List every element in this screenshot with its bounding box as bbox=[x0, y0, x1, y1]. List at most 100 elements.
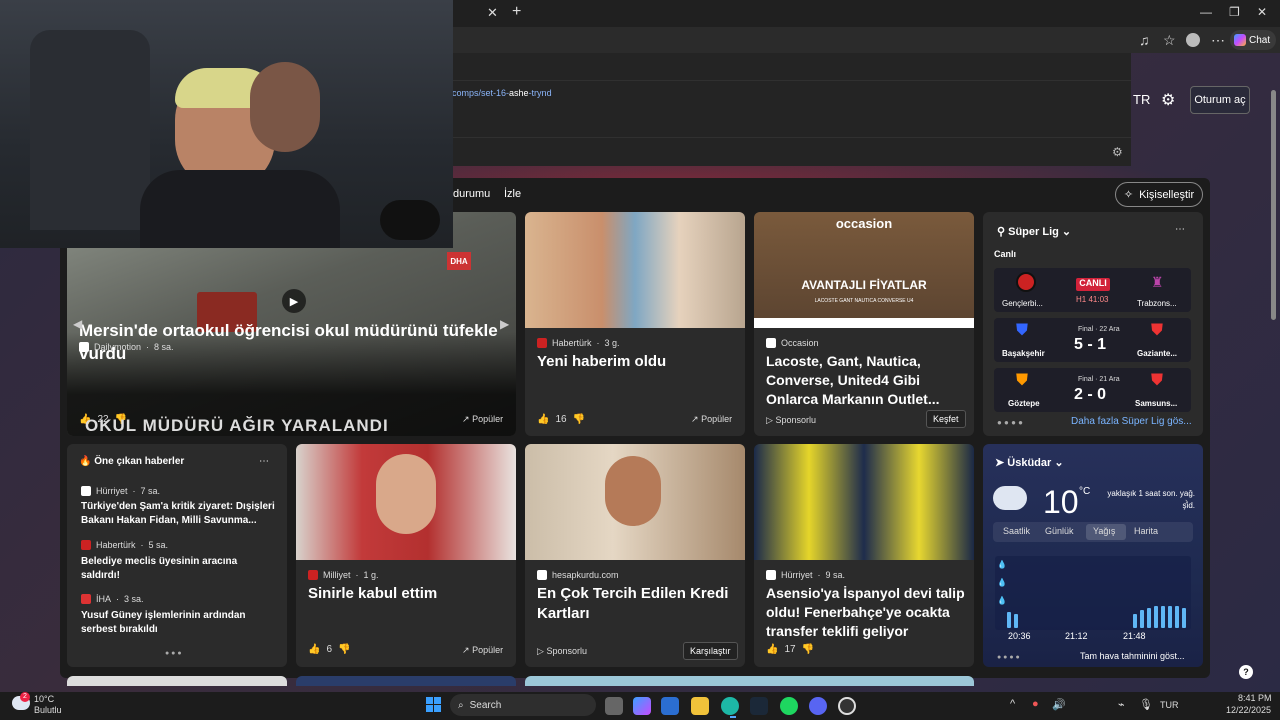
personalize-button[interactable]: ✧ Kişiselleştir bbox=[1115, 182, 1203, 207]
dislike-icon[interactable]: 👎 bbox=[802, 644, 814, 655]
spotify-icon[interactable] bbox=[780, 697, 798, 715]
maximize-icon[interactable]: ❐ bbox=[1229, 5, 1240, 19]
card-title[interactable]: Yeni haberim oldu bbox=[537, 352, 733, 372]
trending-more-icon[interactable]: ⋯ bbox=[259, 456, 269, 467]
sponsored-label: ▷ Sponsorlu bbox=[766, 415, 816, 425]
person-shirt-shape bbox=[140, 170, 340, 248]
microphone-shape bbox=[380, 200, 440, 240]
tray-app-icon[interactable]: ● bbox=[1032, 698, 1039, 710]
store-icon[interactable] bbox=[661, 697, 679, 715]
microphone-icon[interactable]: 🎙 bbox=[1139, 698, 1153, 711]
weather-location[interactable]: ➤ Üsküdar ⌄ bbox=[995, 456, 1064, 469]
play-icon[interactable]: ▶ bbox=[282, 289, 306, 313]
network-icon[interactable]: ⌁ bbox=[1118, 698, 1125, 711]
card-title[interactable]: Asensio'ya İspanyol devi talip oldu! Fen… bbox=[766, 584, 966, 641]
tab-map[interactable]: Harita bbox=[1134, 526, 1158, 536]
clock-time[interactable]: 8:41 PM bbox=[1238, 693, 1272, 703]
tab-izle[interactable]: İzle bbox=[504, 188, 521, 200]
chat-button[interactable]: Chat bbox=[1230, 30, 1276, 50]
windows-start-icon[interactable] bbox=[426, 697, 441, 712]
chevron-down-icon: ⌄ bbox=[1054, 457, 1064, 469]
login-button[interactable]: Oturum aç bbox=[1190, 86, 1250, 114]
like-icon[interactable]: 👍 bbox=[766, 644, 778, 655]
tab-daily[interactable]: Günlük bbox=[1045, 526, 1074, 536]
edge-icon[interactable] bbox=[721, 697, 739, 715]
match-row[interactable]: Gençlerbi... CANLI H1 41:03 ♜ Trabzons..… bbox=[994, 268, 1191, 312]
hero-popular: ↗ Popüler bbox=[462, 414, 504, 424]
dislike-icon[interactable]: 👎 bbox=[573, 414, 585, 425]
volume-icon[interactable]: 🔊 bbox=[1052, 698, 1066, 711]
copilot-app-icon[interactable] bbox=[633, 697, 651, 715]
sponsored-label: ▷ Sponsorlu bbox=[537, 646, 587, 656]
news-card-milliyet[interactable]: Milliyet · 1 g. Sinirle kabul ettim 👍 6 👎 ↗ … bbox=[296, 444, 516, 667]
tray-chevron-icon[interactable]: ^ bbox=[1010, 698, 1015, 710]
pager-dots[interactable]: ● ● ● ● bbox=[997, 654, 1020, 661]
ad-card-hesapkurdu[interactable]: hesapkurdu.com En Çok Tercih Edilen Kred… bbox=[525, 444, 745, 667]
input-language[interactable]: TUR bbox=[1160, 700, 1179, 710]
haberturk-icon bbox=[81, 540, 91, 550]
ad-triangle-icon: ▷ bbox=[766, 415, 773, 425]
language-selector[interactable]: TR bbox=[1133, 92, 1150, 107]
full-forecast-link[interactable]: Tam hava tahminini göst... bbox=[1080, 651, 1185, 661]
new-tab-button[interactable]: + bbox=[512, 3, 521, 21]
next-arrow-icon[interactable]: ▶ bbox=[500, 317, 509, 331]
profile-avatar-icon[interactable] bbox=[1186, 33, 1200, 47]
like-icon[interactable]: 👍 bbox=[308, 644, 320, 655]
tab-precipitation[interactable]: Yağış bbox=[1093, 526, 1115, 536]
prev-arrow-icon[interactable]: ◀ bbox=[73, 317, 82, 331]
pager-dots[interactable]: ● ● ● ● bbox=[997, 418, 1023, 427]
page-scrollbar[interactable] bbox=[1271, 90, 1276, 320]
compare-button[interactable]: Karşılaştır bbox=[683, 642, 738, 660]
more-menu-icon[interactable]: ⋯ bbox=[1211, 32, 1225, 49]
ad-triangle-icon: ▷ bbox=[537, 646, 544, 656]
url-suggestion[interactable]: comps/set-16-ashe-trynd bbox=[452, 88, 552, 98]
read-aloud-icon[interactable]: ♫ bbox=[1139, 32, 1150, 48]
hurriyet-icon bbox=[766, 570, 776, 580]
card-title[interactable]: En Çok Tercih Edilen Kredi Kartları bbox=[537, 584, 733, 624]
obs-icon[interactable] bbox=[838, 697, 856, 715]
trending-item-source: Hürriyet · 7 sa. bbox=[81, 486, 160, 496]
trending-icon: ↗ bbox=[462, 645, 470, 655]
pager-dots[interactable]: ● ● ● bbox=[165, 650, 182, 657]
widget-more-icon[interactable]: ⋯ bbox=[1175, 224, 1185, 235]
news-card-asensio[interactable]: Hürriyet · 9 sa. Asensio'ya İspanyol devi … bbox=[754, 444, 974, 667]
explore-button[interactable]: Keşfet bbox=[926, 410, 966, 428]
weather-next-arrow-icon[interactable]: › bbox=[1185, 496, 1188, 506]
more-superlig-link[interactable]: Daha fazla Süper Lig gös... bbox=[1071, 416, 1192, 427]
steam-icon[interactable] bbox=[750, 697, 768, 715]
tab-durumu[interactable]: durumu bbox=[453, 188, 490, 200]
taskbar-search[interactable]: ⌕ Search bbox=[450, 694, 596, 716]
trending-item[interactable]: Belediye meclis üyesinin aracına saldırd… bbox=[81, 555, 277, 583]
file-explorer-icon[interactable] bbox=[691, 697, 709, 715]
card-source: Hürriyet · 9 sa. bbox=[766, 570, 845, 580]
like-icon[interactable]: 👍 bbox=[537, 414, 549, 425]
discord-icon[interactable] bbox=[809, 697, 827, 715]
settings-gear-icon[interactable]: ⚙ bbox=[1161, 90, 1175, 110]
superlig-title[interactable]: ⚲ Süper Lig ⌄ bbox=[997, 225, 1071, 238]
next-card-peek bbox=[525, 676, 974, 686]
minimize-icon[interactable]: — bbox=[1200, 5, 1212, 19]
card-title[interactable]: Lacoste, Gant, Nautica, Converse, United… bbox=[766, 352, 966, 409]
trending-item[interactable]: Yusuf Güney işlemlerinin ardından serbes… bbox=[81, 609, 277, 637]
help-icon[interactable]: ? bbox=[1239, 665, 1253, 679]
match-row[interactable]: ⛊ Göztepe Final · 21 Ara 2 - 0 ⛊ Samsuns… bbox=[994, 368, 1191, 412]
match-row[interactable]: ⛊ Başakşehir Final · 22 Ara 5 - 1 ⛊ Gazi… bbox=[994, 318, 1191, 362]
favorites-icon[interactable]: ☆ bbox=[1163, 32, 1176, 49]
tab-close-icon[interactable]: ✕ bbox=[487, 5, 498, 21]
cloud-icon bbox=[993, 486, 1027, 510]
sparkle-icon: ✧ bbox=[1123, 189, 1134, 201]
gaming-chair-shape bbox=[30, 30, 150, 230]
dislike-icon[interactable]: 👎 bbox=[338, 644, 350, 655]
hero-title[interactable]: Mersin'de ortaokul öğrencisi okul müdürü… bbox=[79, 319, 509, 365]
fire-icon: 🔥 bbox=[79, 456, 92, 467]
card-title[interactable]: Sinirle kabul ettim bbox=[308, 584, 504, 604]
news-card-haberturk[interactable]: Habertürk · 3 g. Yeni haberim oldu 👍 16 👎 ↗ … bbox=[525, 212, 745, 436]
window-close-icon[interactable]: ✕ bbox=[1257, 5, 1267, 19]
ad-card-occasion[interactable]: occasion AVANTAJLI FİYATLAR LACOSTE GANT… bbox=[754, 212, 974, 436]
clock-date[interactable]: 12/22/2025 bbox=[1226, 705, 1271, 715]
task-view-icon[interactable] bbox=[605, 697, 623, 715]
chevron-down-icon: ⌄ bbox=[1061, 226, 1072, 238]
trending-item[interactable]: Türkiye'den Şam'a kritik ziyaret: Dışişl… bbox=[81, 500, 277, 528]
suggestion-settings-icon[interactable]: ⚙ bbox=[1112, 145, 1123, 159]
tab-hourly[interactable]: Saatlik bbox=[1003, 526, 1030, 536]
